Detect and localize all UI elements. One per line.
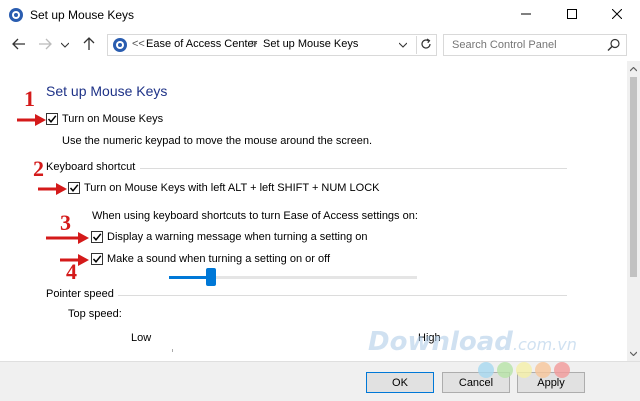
refresh-icon (420, 37, 432, 53)
chevron-down-icon (629, 347, 638, 359)
top-speed-slider-track[interactable] (169, 268, 417, 286)
chevron-down-icon (60, 39, 70, 51)
annotation-number-1: 1 (24, 86, 35, 111)
vertical-scrollbar[interactable] (627, 61, 640, 361)
chevron-up-icon (629, 63, 638, 75)
warning-message-checkbox[interactable] (91, 231, 103, 243)
watermark-dot (497, 362, 513, 378)
watermark-dots (478, 362, 570, 378)
shortcut-checkbox[interactable] (68, 182, 80, 194)
scroll-down-button[interactable] (627, 346, 640, 359)
breadcrumb-ease-of-access-center[interactable]: Ease of Access Center (146, 38, 257, 50)
pointer-speed-group-title: Pointer speed (46, 288, 114, 300)
forward-button[interactable] (36, 36, 54, 54)
breadcrumb-overflow[interactable]: << (132, 38, 145, 50)
annotation-number-2: 2 (33, 156, 44, 181)
chevron-down-icon (398, 39, 408, 51)
page-title: Set up Mouse Keys (46, 83, 168, 99)
breadcrumb-set-up-mouse-keys[interactable]: Set up Mouse Keys (263, 38, 358, 50)
title-bar: Set up Mouse Keys (0, 0, 640, 30)
back-button[interactable] (10, 36, 28, 54)
shortcut-label[interactable]: Turn on Mouse Keys with left ALT + left … (84, 182, 379, 194)
annotation-arrow-icon (60, 254, 89, 266)
watermark-dot (478, 362, 494, 378)
recent-locations-button[interactable] (58, 36, 72, 54)
maximize-button[interactable] (549, 0, 595, 30)
group-divider (118, 295, 567, 296)
close-icon (611, 8, 623, 22)
make-sound-label[interactable]: Make a sound when turning a setting on o… (107, 253, 330, 265)
watermark-suffix: .com.vn (512, 335, 577, 354)
top-speed-slider-fill (169, 276, 211, 279)
watermark-dot (535, 362, 551, 378)
minimize-button[interactable] (503, 0, 549, 30)
turn-on-mouse-keys-checkbox[interactable] (46, 113, 58, 125)
control-panel-icon (112, 37, 128, 53)
up-button[interactable] (80, 36, 98, 54)
navigation-bar: << Ease of Access Center > Set up Mouse … (0, 30, 640, 61)
main-content: Set up Mouse Keys Turn on Mouse Keys Use… (0, 61, 627, 361)
back-arrow-icon (12, 38, 26, 53)
maximize-icon (567, 8, 577, 22)
minimize-icon (521, 9, 531, 22)
top-speed-label: Top speed: (68, 308, 122, 320)
group-divider (140, 168, 567, 169)
checkmark-icon (69, 184, 79, 192)
annotation-arrow-icon (38, 183, 67, 195)
checkmark-icon (92, 255, 102, 263)
search-box[interactable] (443, 34, 627, 56)
keyboard-shortcut-group-title: Keyboard shortcut (46, 161, 136, 173)
warning-message-label[interactable]: Display a warning message when turning a… (107, 231, 367, 243)
search-input[interactable] (450, 37, 600, 53)
make-sound-checkbox[interactable] (91, 253, 103, 265)
watermark-dot (516, 362, 532, 378)
when-using-shortcuts-text: When using keyboard shortcuts to turn Ea… (92, 210, 418, 222)
slider-tick (172, 349, 173, 352)
address-dropdown-button[interactable] (396, 36, 410, 54)
refresh-button[interactable] (416, 36, 434, 54)
watermark-dot (554, 362, 570, 378)
control-panel-icon (8, 7, 24, 23)
up-arrow-icon (83, 36, 95, 54)
scroll-thumb[interactable] (630, 77, 637, 277)
breadcrumb-separator[interactable]: > (251, 38, 257, 50)
low-label: Low (131, 332, 152, 344)
forward-arrow-icon (38, 38, 52, 53)
search-icon[interactable] (606, 37, 622, 53)
address-bar[interactable]: << Ease of Access Center > Set up Mouse … (107, 34, 437, 56)
close-button[interactable] (594, 0, 640, 30)
annotation-arrow-icon (46, 232, 89, 244)
watermark: Download.com.vn (368, 327, 577, 357)
scroll-up-button[interactable] (627, 62, 640, 75)
top-speed-slider-thumb[interactable] (206, 268, 216, 286)
ok-button[interactable]: OK (366, 372, 434, 393)
window-title: Set up Mouse Keys (30, 8, 135, 22)
turn-on-mouse-keys-label[interactable]: Turn on Mouse Keys (62, 113, 163, 125)
watermark-main: Download (368, 327, 513, 357)
turn-on-description: Use the numeric keypad to move the mouse… (62, 135, 373, 147)
annotation-arrow-icon (17, 114, 46, 126)
checkmark-icon (47, 115, 57, 123)
checkmark-icon (92, 233, 102, 241)
